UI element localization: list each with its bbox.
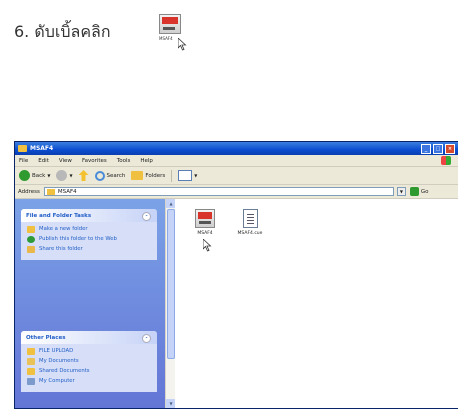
task-share-folder[interactable]: Share this folder [27, 246, 151, 253]
mouse-cursor-icon [178, 38, 187, 51]
file-name: MSAF4.cue [237, 231, 263, 236]
window-title: MSAF4 [30, 145, 54, 152]
forward-arrow-icon [56, 170, 68, 181]
file-name: MSAF4 [197, 231, 213, 236]
menu-bar: File Edit View Favorites Tools Help [15, 155, 458, 167]
place-my-computer[interactable]: My Computer [27, 378, 151, 385]
step-icon-label: MSAF4 [159, 36, 173, 41]
cue-file-icon [242, 209, 258, 228]
other-places-panel: Other Places ⌃ FILE UPLOAD My Documents … [21, 331, 157, 392]
go-label: Go [420, 188, 429, 195]
address-input[interactable]: MSAF4 [43, 187, 394, 196]
go-arrow-icon [409, 187, 419, 196]
new-folder-icon [27, 226, 35, 233]
content-area: File and Folder Tasks ⌃ Make a new folde… [15, 199, 458, 408]
my-documents-icon [27, 358, 35, 365]
search-button[interactable]: Search [94, 170, 126, 181]
folder-icon [27, 348, 35, 355]
search-icon [94, 170, 105, 181]
my-computer-icon [27, 378, 35, 385]
menu-view[interactable]: View [59, 158, 72, 164]
back-label: Back [32, 172, 46, 179]
toolbar-separator [171, 169, 173, 182]
task-new-folder[interactable]: Make a new folder [27, 226, 151, 233]
close-button[interactable]: × [445, 144, 455, 154]
place-file-upload[interactable]: FILE UPLOAD [27, 348, 151, 355]
go-button[interactable]: Go [409, 187, 429, 196]
share-folder-icon [27, 246, 35, 253]
folder-icon [18, 145, 27, 152]
dropdown-arrow-icon[interactable]: ▼ [47, 173, 50, 178]
address-bar: Address MSAF4 ▼ Go [15, 185, 458, 199]
menu-file[interactable]: File [19, 158, 28, 164]
msafe-app-icon [195, 209, 215, 228]
place-label: My Computer [39, 378, 75, 384]
task-label: Share this folder [39, 246, 83, 252]
collapse-chevron-icon[interactable]: ⌃ [142, 334, 151, 343]
place-shared-documents[interactable]: Shared Documents [27, 368, 151, 375]
search-label: Search [106, 172, 126, 179]
shared-folder-icon [27, 368, 35, 375]
task-pane: File and Folder Tasks ⌃ Make a new folde… [15, 199, 165, 408]
forward-button[interactable]: ▼ [56, 170, 73, 181]
title-bar[interactable]: MSAF4 _ □ × [15, 142, 458, 155]
minimize-button[interactable]: _ [421, 144, 431, 154]
folders-label: Folders [145, 172, 166, 179]
menu-favorites[interactable]: Favorites [82, 158, 107, 164]
back-arrow-icon [19, 170, 30, 181]
scroll-thumb[interactable] [167, 209, 175, 359]
panel-header[interactable]: File and Folder Tasks ⌃ [21, 209, 157, 222]
place-my-documents[interactable]: My Documents [27, 358, 151, 365]
windows-logo-icon [441, 156, 451, 165]
folder-icon [46, 188, 55, 195]
file-item-msaf4-cue[interactable]: MSAF4.cue [230, 209, 270, 236]
task-label: Publish this folder to the Web [39, 236, 117, 242]
panel-title: File and Folder Tasks [26, 212, 92, 219]
panel-title: Other Places [26, 334, 66, 341]
place-label: Shared Documents [39, 368, 90, 374]
folders-icon [131, 171, 144, 180]
task-label: Make a new folder [39, 226, 88, 232]
file-tasks-panel: File and Folder Tasks ⌃ Make a new folde… [21, 209, 157, 260]
file-list: MSAF4 MSAF4.cue [175, 199, 458, 408]
instruction-text: 6. ดับเบิ้ลคลิก [14, 22, 111, 41]
task-publish-web[interactable]: Publish this folder to the Web [27, 236, 151, 243]
dropdown-arrow-icon[interactable]: ▼ [194, 173, 197, 178]
address-value: MSAF4 [57, 188, 77, 195]
msafe-app-icon [159, 14, 181, 34]
back-button[interactable]: Back ▼ [19, 170, 50, 181]
address-label: Address [18, 188, 40, 195]
place-label: My Documents [39, 358, 79, 364]
explorer-window: MSAF4 _ □ × File Edit View Favorites Too… [14, 141, 458, 409]
folders-button[interactable]: Folders [131, 171, 165, 180]
mouse-cursor-icon [203, 239, 212, 252]
file-item-msaf4[interactable]: MSAF4 [185, 209, 225, 236]
place-label: FILE UPLOAD [39, 348, 74, 354]
address-dropdown-icon[interactable]: ▼ [396, 187, 406, 196]
dropdown-arrow-icon[interactable]: ▼ [69, 173, 72, 178]
globe-icon [27, 236, 35, 243]
menu-edit[interactable]: Edit [38, 158, 49, 164]
panel-header[interactable]: Other Places ⌃ [21, 331, 157, 344]
up-folder-icon[interactable] [78, 170, 89, 181]
menu-help[interactable]: Help [140, 158, 153, 164]
maximize-button[interactable]: □ [433, 144, 443, 154]
views-icon [178, 170, 193, 181]
views-button[interactable]: ▼ [178, 170, 197, 181]
toolbar: Back ▼ ▼ Search Folders ▼ [15, 167, 458, 185]
menu-tools[interactable]: Tools [117, 158, 131, 164]
collapse-chevron-icon[interactable]: ⌃ [142, 212, 151, 221]
